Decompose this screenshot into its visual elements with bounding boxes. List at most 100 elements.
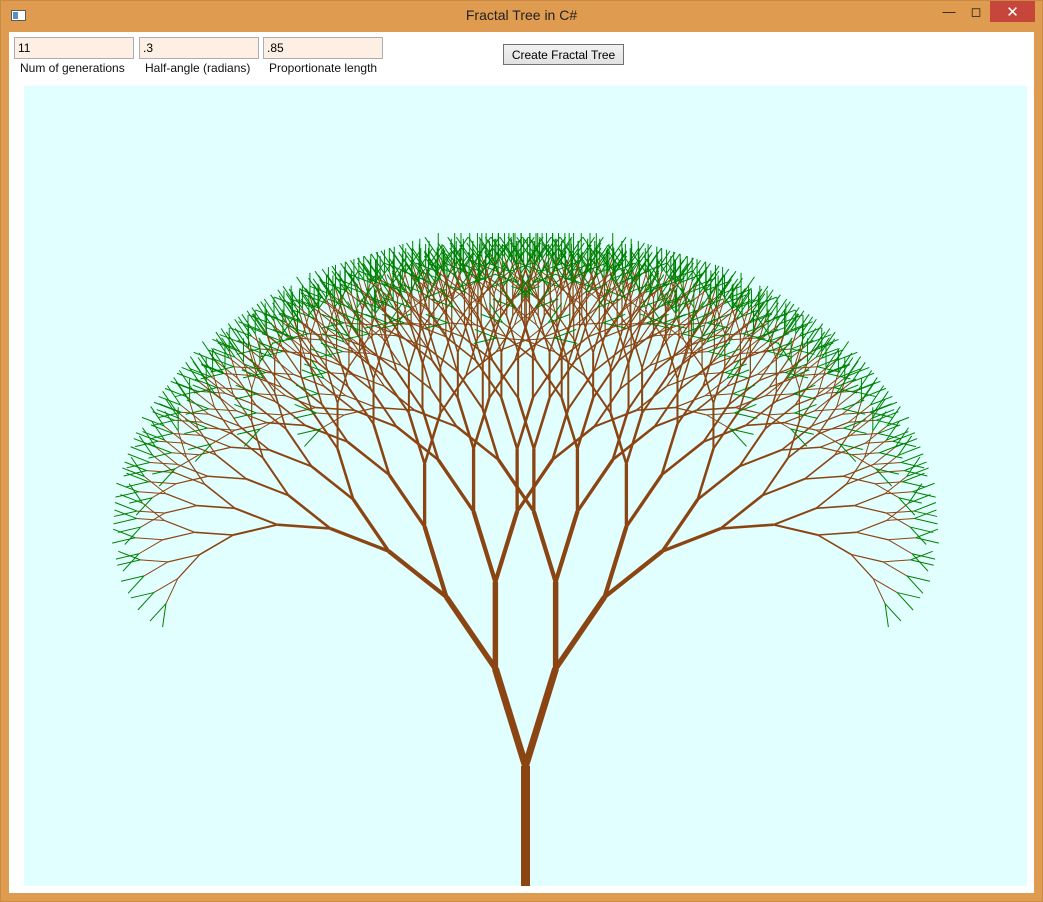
tree-branch [706,412,735,416]
tree-branch [199,534,234,556]
leaf-branch [898,497,916,516]
tree-branch [773,523,819,536]
proportion-input[interactable] [263,37,383,59]
tree-branch [177,554,201,579]
tree-branch [256,412,285,416]
leaf-branch [113,510,138,517]
tree-branch [745,421,785,427]
tree-branch [856,519,887,533]
generations-input[interactable] [14,37,134,59]
half-angle-input[interactable] [139,37,259,59]
tree-branch [287,494,332,530]
tree-branch [854,493,886,507]
tree-branch [567,370,595,410]
tree-branch [854,505,887,514]
tree-branch [850,432,879,436]
leaf-branch [877,424,901,434]
tree-branch [387,473,426,528]
tree-branch [165,493,197,507]
tree-branch [194,531,234,536]
tree-branch [232,523,278,536]
tree-branch [234,507,278,526]
tree-branch [493,510,520,583]
leaf-branch [112,537,136,544]
tree-branch [719,494,764,530]
leaf-branch [234,393,258,400]
leaf-branch [135,497,153,516]
leaf-branch [293,412,317,419]
tree-branch [712,366,726,404]
title-bar[interactable]: Fractal Tree in C# — ◻ ✕ [1,1,1042,31]
tree-branch [431,360,459,399]
tree-branch [500,397,519,450]
window-title: Fractal Tree in C# [465,7,578,23]
tree-branch [815,504,855,510]
tree-branch [167,553,201,563]
tree-branch [576,458,615,513]
leaf-branch [380,250,395,271]
minimize-button[interactable]: — [936,1,962,22]
tree-branch [172,432,201,436]
tree-branch [135,537,163,541]
leaf-branch [656,250,671,271]
tree-branch [882,561,908,577]
leaf-branch [375,252,390,273]
generations-label: Num of generations [20,61,125,75]
tree-branch [773,507,817,526]
leaf-branch [117,526,141,533]
leaf-branch [137,592,155,611]
leaf-branch [860,381,876,402]
leaf-branch [876,411,899,421]
leaf-branch [734,412,758,419]
leaf-branch [843,427,867,434]
leaf-branch [321,313,345,324]
leaf-branch [802,328,817,349]
tree-branch [196,504,236,510]
leaf-branch [528,236,543,257]
create-fractal-tree-button[interactable]: Create Fractal Tree [503,44,624,65]
leaf-branch [320,342,344,353]
tree-branch [706,414,731,430]
tree-branch [522,667,559,768]
maximize-button[interactable]: ◻ [963,1,989,22]
leaf-branch [897,592,921,599]
tree-branch [674,406,707,416]
tree-branch [531,510,558,583]
tree-branch [162,531,195,541]
leaf-branch [793,393,817,400]
leaf-branch [896,592,914,611]
leaf-branch [113,517,137,525]
close-button[interactable]: ✕ [990,1,1035,22]
leaf-branch [175,382,198,392]
leaf-branch [706,313,730,324]
leaf-branch [125,481,149,488]
leaf-branch [914,509,937,519]
tree-branch [814,408,843,412]
tree-branch [888,537,916,541]
tree-branch [143,561,169,577]
tree-branch [817,376,840,395]
tree-branch [138,539,164,555]
tree-branch [317,393,346,397]
leaf-branch [234,328,249,349]
tree-branch [532,397,551,450]
tree-branch [884,476,907,495]
tree-branch [208,408,237,412]
leaf-branch [902,481,926,488]
leaf-branch [114,502,138,512]
leaf-branch [184,427,208,434]
leaf-branch [297,428,321,435]
client-area: Num of generations Half-angle (radians) … [9,32,1034,893]
tree-branch [804,475,844,480]
tree-branch [382,375,410,414]
tree-branch [454,270,464,297]
tree-branch [456,397,475,450]
tree-branch [164,505,197,514]
tree-branch [850,554,874,579]
half-angle-label: Half-angle (radians) [145,61,251,75]
leaf-branch [707,342,731,353]
tree-branch [705,393,734,397]
tree-branch [136,517,165,521]
leaf-branch [150,424,174,434]
leaf-branch [906,575,931,582]
